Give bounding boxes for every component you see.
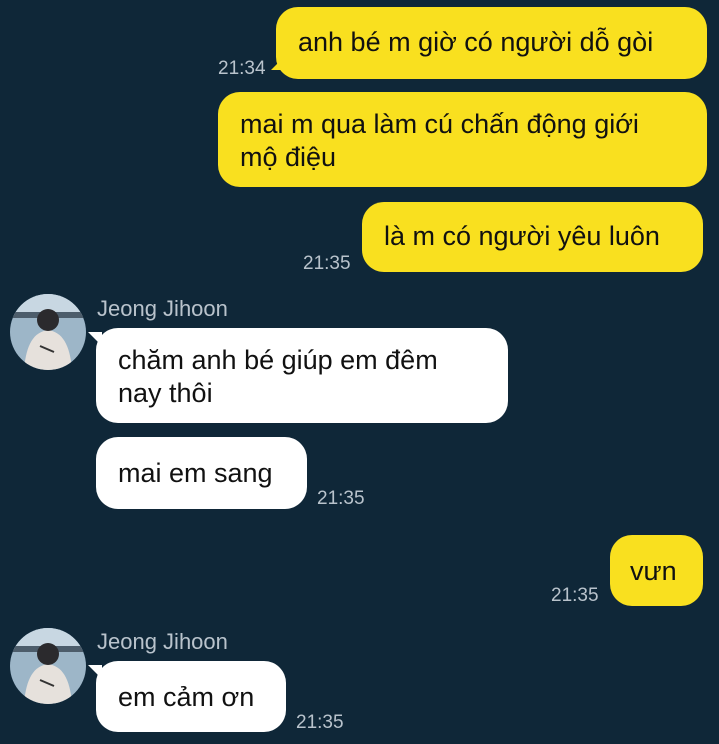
message-timestamp: 21:35 xyxy=(296,712,344,733)
bubble-tail xyxy=(88,665,102,679)
message-text-line: mộ điệu xyxy=(240,142,337,172)
bubble-tail xyxy=(271,56,285,70)
sender-name: Jeong Jihoon xyxy=(97,296,228,321)
contact-avatar[interactable] xyxy=(10,628,86,704)
message-bubble-incoming[interactable]: em cảm ơn xyxy=(96,661,286,732)
bubble-tail xyxy=(88,332,102,346)
avatar-photo-icon xyxy=(10,628,86,704)
message-text: em cảm ơn xyxy=(118,682,255,712)
message-text: vưn xyxy=(630,556,677,586)
message-bubble-outgoing[interactable]: mai m qua làm cú chấn động giới mộ điệu xyxy=(218,92,707,187)
message-timestamp: 21:35 xyxy=(303,253,351,274)
message-bubble-incoming[interactable]: mai em sang xyxy=(96,437,307,509)
message-bubble-outgoing[interactable]: anh bé m giờ có người dỗ gòi xyxy=(276,7,707,79)
message-text: là m có người yêu luôn xyxy=(384,221,660,251)
message-bubble-outgoing[interactable]: là m có người yêu luôn xyxy=(362,202,703,272)
message-bubble-incoming[interactable]: chăm anh bé giúp em đêm nay thôi xyxy=(96,328,508,423)
message-timestamp: 21:35 xyxy=(551,585,599,606)
message-text: mai em sang xyxy=(118,458,273,488)
avatar-photo-icon xyxy=(10,294,86,370)
message-timestamp: 21:35 xyxy=(317,488,365,509)
message-text-line: mai m qua làm cú chấn động giới xyxy=(240,109,639,139)
message-text-line: nay thôi xyxy=(118,378,213,408)
sender-name: Jeong Jihoon xyxy=(97,629,228,654)
message-text-line: chăm anh bé giúp em đêm xyxy=(118,345,438,375)
message-timestamp: 21:34 xyxy=(218,58,266,79)
contact-avatar[interactable] xyxy=(10,294,86,370)
message-bubble-outgoing[interactable]: vưn xyxy=(610,535,703,606)
message-text: anh bé m giờ có người dỗ gòi xyxy=(298,27,654,57)
